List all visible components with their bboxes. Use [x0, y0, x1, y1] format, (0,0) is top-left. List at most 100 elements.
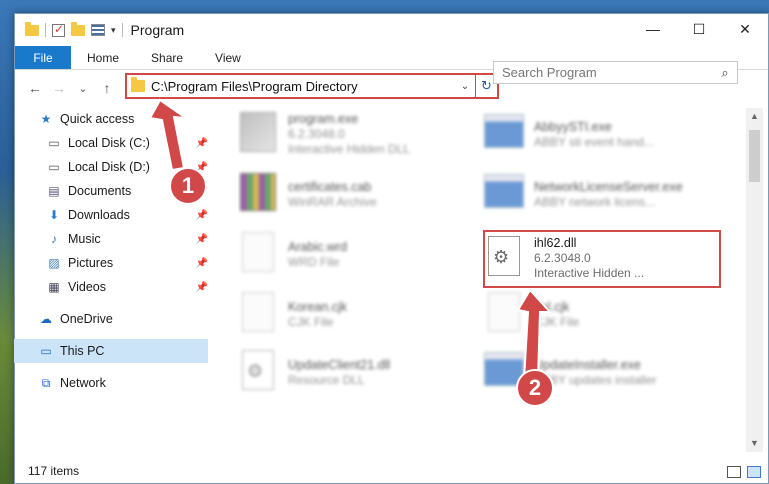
forward-arrow-icon[interactable]: → — [47, 80, 71, 96]
address-dropdown-chevron-icon[interactable]: ⌄ — [455, 81, 475, 92]
network-icon: ⧉ — [41, 375, 51, 390]
tab-home[interactable]: Home — [71, 46, 135, 69]
properties-icon[interactable] — [91, 24, 105, 36]
sidebar-item-network[interactable]: ⧉ Network — [14, 371, 214, 395]
pin-icon[interactable]: 📌 — [196, 234, 208, 245]
minimize-button[interactable]: — — [630, 14, 676, 44]
scroll-up-icon[interactable]: ▲ — [746, 108, 763, 125]
search-input[interactable]: Search Program ⌕ — [493, 61, 738, 84]
search-icon[interactable]: ⌕ — [713, 65, 737, 81]
sidebar-item-downloads[interactable]: ⬇ Downloads 📌 — [14, 203, 214, 227]
customize-toolbar-chevron-icon[interactable]: ▾ — [111, 25, 116, 36]
file-item-networklicenseserver-exe[interactable]: NetworkLicenseServer.exe ABBY network li… — [484, 170, 724, 218]
file-type: WinRAR Archive — [288, 194, 377, 209]
file-version: 6.2.3048.0 — [288, 127, 345, 141]
recent-locations-chevron-icon[interactable]: ⌄ — [71, 82, 95, 95]
file-name: UpdateInstaller.exe — [534, 357, 642, 372]
drive-icon: ▭ — [48, 136, 60, 150]
music-note-icon: ♪ — [51, 232, 57, 246]
title-bar: ▾ Program — ☐ ✕ — [15, 14, 768, 46]
sidebar-item-quick-access[interactable]: ★ Quick access — [14, 107, 214, 131]
file-item-updateclient21-dll[interactable]: ⚙ UpdateClient21.dll Resource DLL — [238, 348, 478, 396]
video-film-icon: ▦ — [48, 280, 60, 294]
tab-view[interactable]: View — [199, 46, 257, 69]
archive-icon — [238, 170, 278, 214]
file-name: NetworkLicenseServer.exe — [534, 179, 683, 194]
sidebar-item-label: OneDrive — [60, 312, 113, 326]
sidebar-item-label: Quick access — [60, 112, 135, 126]
view-toggles — [727, 466, 761, 478]
file-description: ABBY sti event hand... — [534, 134, 654, 149]
cloud-icon: ☁ — [40, 312, 52, 326]
sidebar-item-onedrive[interactable]: ☁ OneDrive — [14, 307, 214, 331]
callout-1: 1 — [169, 167, 207, 205]
file-item-program-exe[interactable]: program.exe 6.2.3048.0 Interactive Hidde… — [238, 110, 478, 158]
up-arrow-icon[interactable]: ↑ — [95, 80, 119, 96]
item-count: 117 items — [28, 464, 80, 478]
scroll-thumb[interactable] — [749, 130, 760, 182]
documents-icon: ▤ — [48, 184, 60, 198]
tab-share[interactable]: Share — [135, 46, 199, 69]
file-item-korean-cjk[interactable]: Korean.cjk CJK File — [238, 290, 478, 338]
file-name: certificates.cab — [288, 179, 372, 194]
new-folder-icon[interactable] — [71, 21, 85, 36]
back-arrow-icon[interactable]: ← — [23, 80, 47, 96]
sidebar-item-label: Music — [68, 232, 101, 246]
search-placeholder: Search Program — [502, 65, 597, 80]
file-description: ABBY network licens... — [534, 194, 656, 209]
application-icon — [484, 170, 524, 214]
tiles-view-icon[interactable] — [747, 466, 761, 478]
scroll-down-icon[interactable]: ▼ — [746, 435, 763, 452]
file-item-abbyysti-exe[interactable]: AbbyySTI.exe ABBY sti event hand... — [484, 110, 724, 158]
sidebar-item-label: Downloads — [68, 208, 130, 222]
file-name: program.exe — [288, 112, 359, 126]
computer-icon: ▭ — [40, 344, 52, 358]
sidebar-item-pictures[interactable]: ▨ Pictures 📌 — [14, 251, 214, 275]
exe-file-icon — [238, 110, 278, 154]
details-view-icon[interactable] — [727, 466, 741, 478]
sidebar-item-label: Network — [60, 376, 106, 390]
pin-icon[interactable]: 📌 — [196, 282, 208, 293]
sidebar-item-local-disk-c[interactable]: ▭ Local Disk (C:) 📌 — [14, 131, 214, 155]
file-type: Resource DLL — [288, 372, 365, 387]
drive-icon: ▭ — [48, 160, 60, 174]
dll-highlight-box — [483, 230, 721, 288]
file-item-certificates-cab[interactable]: certificates.cab WinRAR Archive — [238, 170, 478, 218]
pin-icon[interactable]: 📌 — [196, 138, 208, 149]
pin-icon[interactable]: 📌 — [196, 210, 208, 221]
sidebar-item-label: Pictures — [68, 256, 114, 270]
maximize-button[interactable]: ☐ — [676, 14, 722, 44]
tab-file[interactable]: File — [15, 46, 71, 69]
dll-gear-icon: ⚙ — [238, 348, 278, 392]
address-bar[interactable]: C:\Program Files\Program Directory ⌄ ↻ — [125, 73, 499, 99]
file-type: CJK File — [288, 314, 334, 329]
file-name: Arabic.wrd — [288, 239, 348, 254]
star-icon: ★ — [40, 112, 52, 126]
quick-access-toolbar: ▾ — [15, 21, 123, 37]
file-name: AbbyySTI.exe — [534, 119, 612, 134]
address-path[interactable]: C:\Program Files\Program Directory — [151, 79, 455, 94]
sidebar-item-music[interactable]: ♪ Music 📌 — [14, 227, 214, 251]
folder-icon[interactable] — [25, 21, 39, 36]
pin-icon[interactable]: 📌 — [196, 258, 208, 269]
file-name: UpdateClient21.dll — [288, 357, 391, 372]
application-icon — [484, 110, 524, 154]
file-name: Korean.cjk — [288, 299, 348, 314]
vertical-scrollbar[interactable]: ▲ ▼ — [746, 108, 763, 452]
file-item-ital-cjk[interactable]: Ital.cjk CJK File — [484, 290, 724, 338]
window-title: Program — [130, 22, 185, 38]
navigation-pane: ★ Quick access ▭ Local Disk (C:) 📌 ▭ Loc… — [14, 107, 214, 447]
close-button[interactable]: ✕ — [722, 14, 768, 44]
download-arrow-icon: ⬇ — [48, 208, 60, 222]
sidebar-item-label: Videos — [68, 280, 106, 294]
document-icon — [238, 230, 278, 274]
folder-icon — [131, 77, 145, 92]
sidebar-item-this-pc[interactable]: ▭ This PC — [14, 339, 208, 363]
sidebar-item-videos[interactable]: ▦ Videos 📌 — [14, 275, 214, 299]
file-type: WRD File — [288, 254, 340, 269]
file-item-arabic-wrd[interactable]: Arabic.wrd WRD File — [238, 230, 478, 278]
file-name: Ital.cjk — [534, 299, 570, 314]
properties-check-icon[interactable] — [52, 22, 65, 37]
